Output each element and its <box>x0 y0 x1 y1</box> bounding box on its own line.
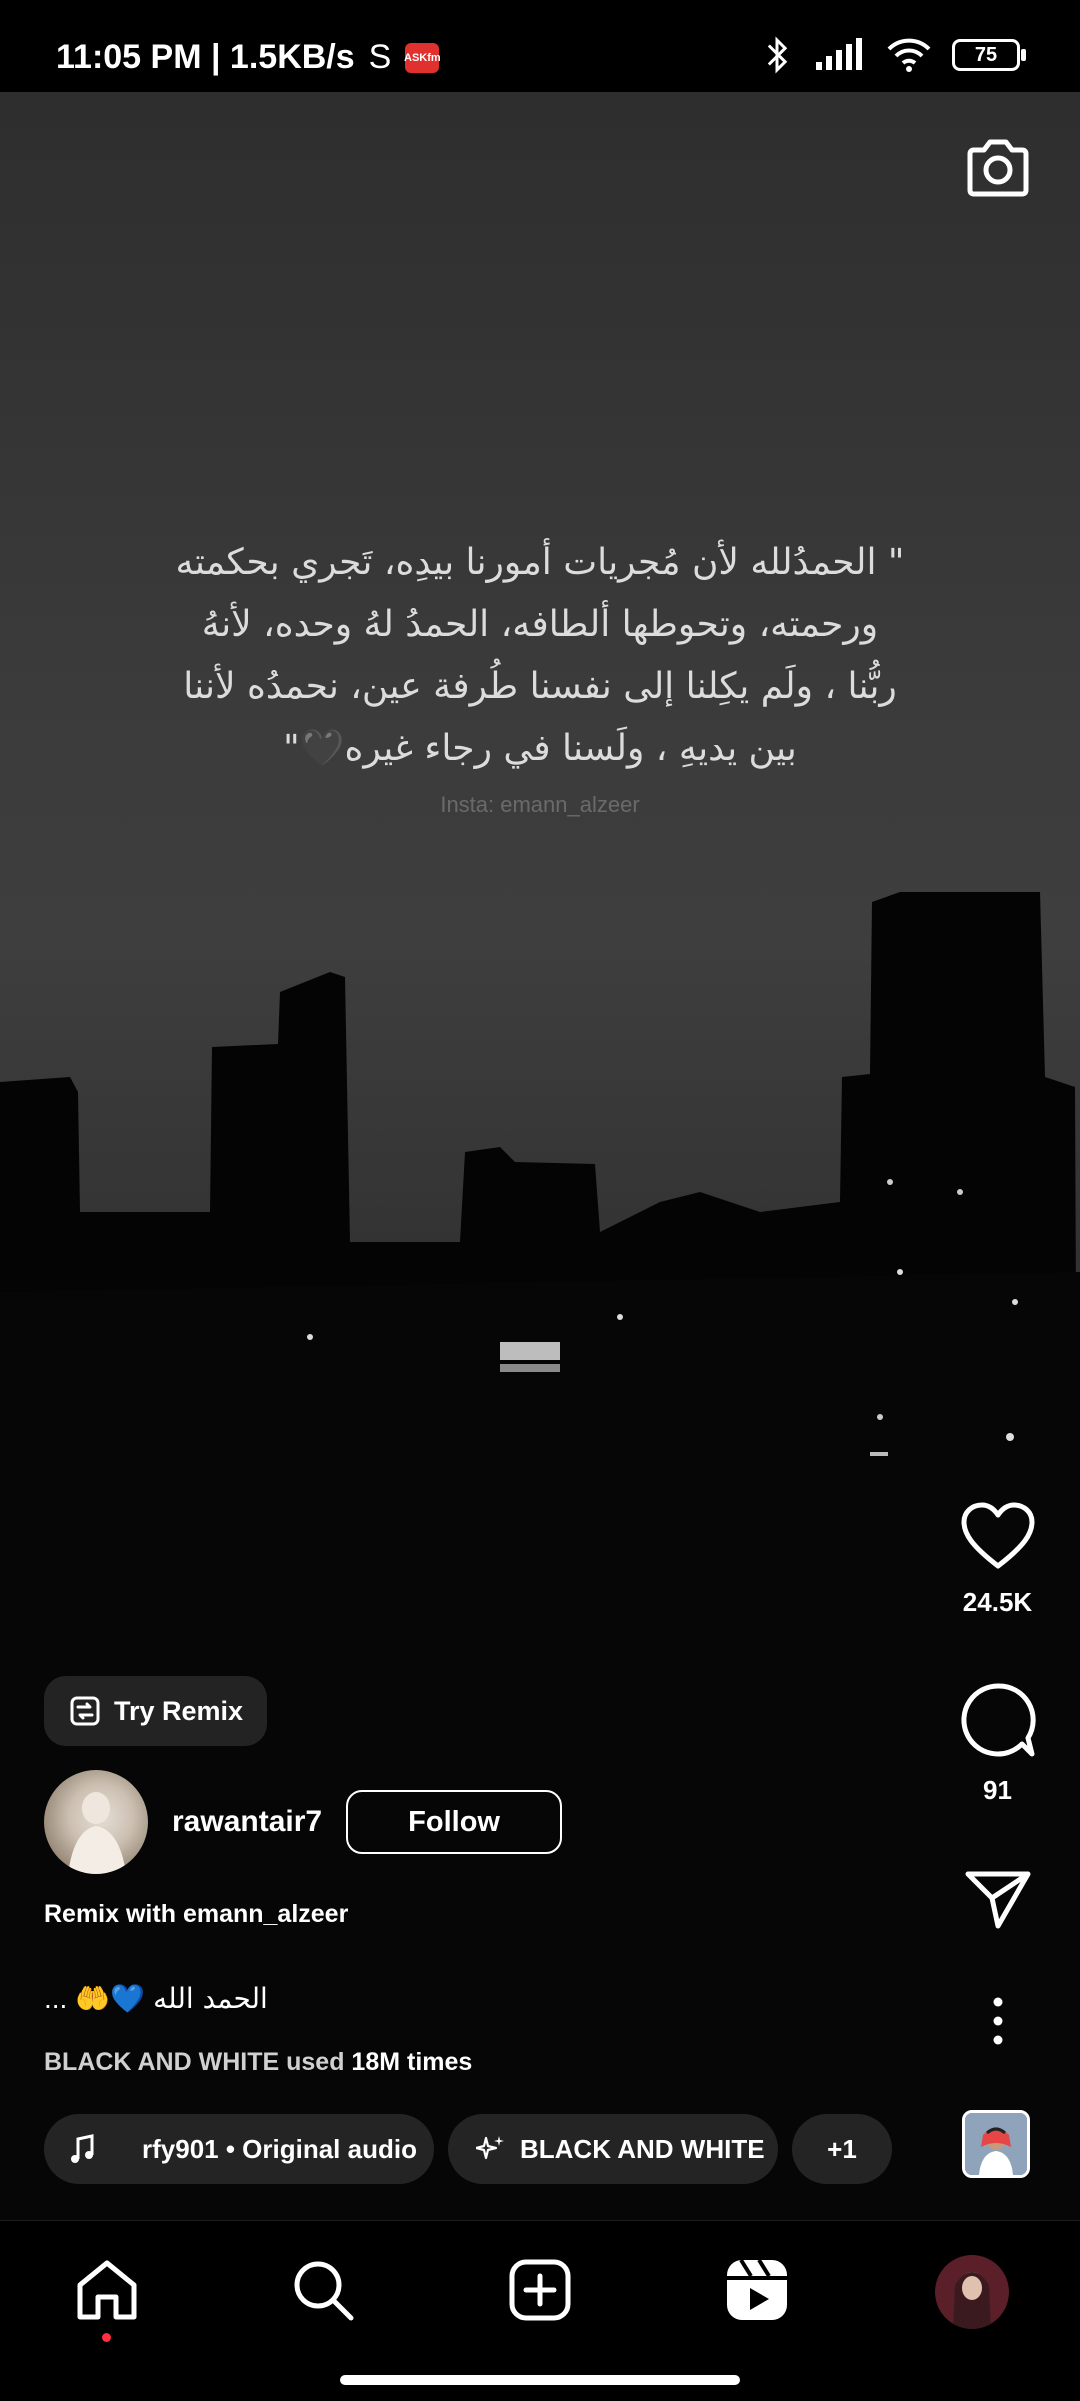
battery-level: 75 <box>974 43 998 66</box>
home-indicator <box>340 2375 740 2385</box>
effect-usage-line[interactable]: BLACK AND WHITE used 18M times <box>44 2048 472 2077</box>
quote-line: بين يديهِ ، ولَسنا في رجاء غيره🖤" <box>283 728 797 769</box>
remix-with-user[interactable]: emann_alzeer <box>183 1900 348 1928</box>
comment-action[interactable]: 91 <box>950 1680 1045 1806</box>
search-icon <box>294 2261 354 2321</box>
like-action[interactable]: 24.5K <box>950 1500 1045 1618</box>
status-time-speed: 11:05 PM | 1.5KB/s <box>56 38 355 76</box>
quote-line: " الحمدُلله لأن مُجريات أمورنا بيدِه، تَ… <box>175 542 905 583</box>
share-action[interactable] <box>950 1868 1045 1937</box>
more-vertical-icon <box>993 1997 1002 2045</box>
audio-pill[interactable]: rfy901 • Original audio <box>44 2114 434 2184</box>
quote-line: ربُّنا ، ولَم يكِلنا إلى نفسنا طُرفة عين… <box>183 666 897 707</box>
status-left: 11:05 PM | 1.5KB/s S ASKfm <box>56 38 441 77</box>
try-remix-button[interactable]: Try Remix <box>44 1676 268 1746</box>
watermark: Insta: emann_alzeer <box>440 792 640 817</box>
caption[interactable]: ... 🤲💙 الحمد الله <box>44 1982 268 2015</box>
quote-line: ورحمته، وتحوطها ألطافه، الحمدُ لهُ وحده،… <box>201 604 879 645</box>
effect-pill-label: BLACK AND WHITE <box>520 2133 765 2164</box>
follow-label: Follow <box>408 1805 500 1838</box>
profile-avatar <box>935 2255 1009 2329</box>
audio-thumbnail-image <box>965 2113 1027 2175</box>
caption-text: الحمد الله <box>153 1982 268 2015</box>
more-effects-pill[interactable]: +1 <box>792 2114 892 2184</box>
effect-usage-count: 18M times <box>351 2048 473 2076</box>
bottom-navigation <box>0 2220 1080 2401</box>
attribution-pills: rfy901 • Original audio BLACK AND WHITE … <box>44 2114 892 2184</box>
nav-home[interactable] <box>72 2255 142 2325</box>
wifi-icon <box>887 38 931 72</box>
askfm-notification-icon: ASKfm <box>404 42 441 73</box>
distant-light <box>500 1342 560 1360</box>
author-username[interactable]: rawantair7 <box>172 1805 322 1839</box>
audio-pill-label: rfy901 • Original audio <box>142 2133 417 2164</box>
home-icon <box>77 2260 137 2320</box>
audio-thumbnail[interactable] <box>962 2110 1030 2178</box>
nav-reels[interactable] <box>722 2255 792 2325</box>
nav-create[interactable] <box>505 2255 575 2325</box>
remix-icon <box>70 1696 100 1726</box>
send-icon <box>965 1871 1030 1929</box>
nav-search[interactable] <box>288 2255 358 2325</box>
follow-button[interactable]: Follow <box>346 1790 563 1854</box>
camera-icon <box>967 139 1029 197</box>
carrier-glyph: S <box>368 38 392 76</box>
more-options-button[interactable] <box>950 1996 1045 2051</box>
music-note-icon <box>71 2134 94 2163</box>
caption-more: ... <box>44 1982 68 2014</box>
reels-icon <box>727 2258 787 2320</box>
battery-icon: 75 <box>952 39 1026 71</box>
sparkle-effect-icon <box>476 2136 504 2160</box>
remix-with-prefix: Remix with <box>44 1900 176 1928</box>
effect-usage-name: BLACK AND WHITE <box>44 2048 280 2076</box>
effect-usage-used: used <box>286 2048 345 2076</box>
like-count: 24.5K <box>962 1587 1033 1617</box>
more-effects-label: +1 <box>827 2133 857 2164</box>
effect-pill[interactable]: BLACK AND WHITE <box>448 2114 778 2184</box>
quote-text: " الحمدُلله لأن مُجريات أمورنا بيدِه، تَ… <box>130 532 950 780</box>
caption-emoji: 🤲💙 <box>75 1982 146 2015</box>
avatar-photo <box>68 1792 126 1874</box>
heart-icon <box>961 1502 1034 1569</box>
signal-icon <box>816 38 862 70</box>
bluetooth-icon <box>767 36 788 74</box>
comment-icon <box>960 1683 1036 1757</box>
create-icon <box>509 2259 571 2321</box>
home-notification-dot <box>102 2333 111 2342</box>
status-bar: 11:05 PM | 1.5KB/s S ASKfm 75 <box>0 0 1080 92</box>
author-row: rawantair7 Follow <box>44 1770 563 1874</box>
author-avatar[interactable] <box>44 1770 148 1874</box>
comment-count: 91 <box>983 1775 1012 1805</box>
camera-button[interactable] <box>962 132 1034 204</box>
try-remix-label: Try Remix <box>114 1695 244 1726</box>
remix-with-line: Remix with emann_alzeer <box>44 1900 348 1929</box>
nav-profile[interactable] <box>935 2255 1009 2329</box>
status-right: 75 <box>760 36 1026 74</box>
